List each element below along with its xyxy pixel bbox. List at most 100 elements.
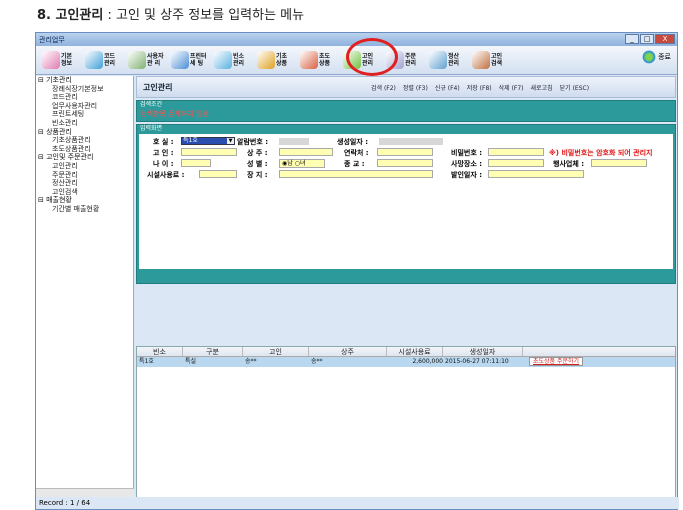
input-panel: 입력화면 호 실 : 특1호 ▼ 알람번호 : 생성일자 : 고 인 : 상 주 … [136, 124, 676, 284]
app-window: 관리업무 _ □ X 기본 정보 코드 관리 사용자 관 리 프린터 세 팅 빈소 관리… [35, 32, 679, 510]
minimize-button[interactable]: _ [625, 34, 639, 44]
tree-group[interactable]: ⊟ 매출현황 [36, 196, 133, 205]
event-co-input[interactable] [591, 159, 647, 167]
nav-tree: ⊟ 기초관리 장례식장기본정보 코드관리 업무사용자관리 프린트세팅 빈소관리 ⊟ 상품관리… [36, 76, 134, 498]
table-header: 빈소 구분 고인 상주 시설사용료 생성일자 [137, 347, 675, 357]
alarm-field [279, 138, 309, 145]
tree-item[interactable]: 기초상품관리 [36, 136, 133, 145]
death-place-input[interactable] [488, 159, 544, 167]
action-button-5[interactable]: 새로고침 [531, 83, 553, 92]
exit-label: 종료 [658, 53, 671, 61]
search-panel: 검색조건 검색항목 존재하지 않음 [136, 100, 676, 122]
cell-sangju: 송** [311, 358, 323, 365]
created-field [379, 138, 443, 145]
table-row[interactable]: 특1호 특실 송** 송** 2,600,000 2015-06-27 07:11:10 초… [137, 357, 675, 367]
order-link-button[interactable]: 초도상품 주문하기 [529, 357, 584, 366]
departure-input[interactable] [488, 170, 584, 178]
status-bar: Record : 1 / 64 [36, 497, 679, 509]
tree-item[interactable]: 프린트세팅 [36, 110, 133, 119]
column-header[interactable]: 상주 [309, 347, 387, 356]
toolbar-button-3[interactable]: 프린터 세 팅 [169, 48, 210, 72]
goin-input[interactable] [181, 148, 237, 156]
toolbar-icon [128, 51, 146, 69]
tree-hscrollbar[interactable] [36, 488, 134, 497]
toolbar-label: 기초 상품 [276, 53, 288, 67]
death-place-label: 사망장소 : [451, 160, 482, 168]
burial-input[interactable] [279, 170, 433, 178]
toolbar-label: 정산 관리 [448, 53, 460, 67]
close-button[interactable]: X [655, 34, 675, 44]
age-input[interactable] [181, 159, 211, 167]
cell-goin: 송** [245, 358, 257, 365]
facility-fee-label: 시설사용료 : [147, 171, 185, 179]
main-title: 고인관리 [143, 82, 173, 92]
maximize-button[interactable]: □ [640, 34, 654, 44]
column-header[interactable]: 생성일자 [443, 347, 523, 356]
contact-label: 연락처 : [344, 149, 369, 157]
burial-label: 장 지 : [247, 171, 268, 179]
toolbar-label: 빈소 관리 [233, 53, 245, 67]
action-button-3[interactable]: 저장 (F8) [467, 83, 492, 92]
tree-item[interactable]: 주문관리 [36, 171, 133, 180]
action-button-0[interactable]: 검색 (F2) [371, 83, 396, 92]
toolbar-button-1[interactable]: 코드 관리 [83, 48, 124, 72]
action-button-4[interactable]: 삭제 (F7) [499, 83, 524, 92]
tree-item[interactable]: 장례식장기본정보 [36, 85, 133, 94]
toolbar-button-5[interactable]: 기초 상품 [255, 48, 296, 72]
toolbar-icon [300, 51, 318, 69]
cell-gubun: 특실 [185, 358, 197, 365]
toolbar-icon [85, 51, 103, 69]
hosil-select[interactable]: 특1호 ▼ [181, 137, 235, 145]
window-title: 관리업무 [39, 35, 65, 44]
toolbar-button-6[interactable]: 초도 상품 [298, 48, 339, 72]
action-button-1[interactable]: 정렬 (F3) [403, 83, 428, 92]
tree-item[interactable]: 코드관리 [36, 93, 133, 102]
heading-number: 8. 고인관리 [37, 8, 104, 23]
created-label: 생성일자 : [337, 138, 368, 146]
search-label: 검색조건 [140, 101, 163, 108]
column-header[interactable]: 고인 [243, 347, 309, 356]
column-header[interactable]: 빈소 [137, 347, 183, 356]
password-note: ※) 비밀번호는 암호화 되어 관리지 [549, 149, 653, 157]
chevron-down-icon: ▼ [227, 138, 234, 144]
contact-input[interactable] [377, 148, 433, 156]
religion-input[interactable] [377, 159, 433, 167]
sangju-label: 상 주 : [247, 149, 268, 157]
tree-item[interactable]: 고인관리 [36, 162, 133, 171]
toolbar-button-2[interactable]: 사용자 관 리 [126, 48, 167, 72]
alarm-label: 알람번호 : [237, 138, 268, 146]
search-message: 검색항목 존재하지 않음 [140, 110, 209, 118]
toolbar-button-10[interactable]: 고인 검색 [470, 48, 511, 72]
column-header[interactable]: 구분 [183, 347, 243, 356]
highlight-circle [346, 38, 398, 76]
facility-fee-input[interactable] [199, 170, 237, 178]
gender-radio-group[interactable]: ◉남 ○녀 [279, 159, 325, 168]
event-co-label: 행사업체 : [553, 160, 584, 168]
tree-item[interactable]: 업무사용자관리 [36, 102, 133, 111]
action-button-6[interactable]: 닫기 (ESC) [560, 83, 589, 92]
tree-group[interactable]: ⊟ 고인및 주문관리 [36, 153, 133, 162]
sangju-input[interactable] [279, 148, 333, 156]
toolbar-label: 초도 상품 [319, 53, 331, 67]
religion-label: 종 교 : [344, 160, 365, 168]
exit-icon [642, 50, 657, 64]
password-input[interactable] [488, 148, 544, 156]
tree-group[interactable]: ⊟ 상품관리 [36, 128, 133, 137]
toolbar-button-0[interactable]: 기본 정보 [40, 48, 81, 72]
column-header[interactable]: 시설사용료 [387, 347, 443, 356]
gender-female[interactable]: 녀 [300, 160, 306, 167]
action-button-2[interactable]: 신규 (F4) [435, 83, 460, 92]
tree-item[interactable]: 정산관리 [36, 179, 133, 188]
gender-male[interactable]: 남 [287, 160, 293, 167]
exit-button[interactable]: 종료 [642, 50, 671, 64]
toolbar-icon [472, 51, 490, 69]
toolbar-button-9[interactable]: 정산 관리 [427, 48, 468, 72]
tree-item[interactable]: 빈소관리 [36, 119, 133, 128]
action-bar: 검색 (F2) 정렬 (F3) 신규 (F4) 저장 (F8) 삭제 (F7) 새로고침 닫… [371, 83, 589, 92]
toolbar-icon [429, 51, 447, 69]
cell-date: 2015-06-27 07:11:10 [445, 358, 509, 365]
toolbar-button-4[interactable]: 빈소 관리 [212, 48, 253, 72]
tree-item[interactable]: 기간별 매출현황 [36, 205, 133, 214]
toolbar-icon [214, 51, 232, 69]
tree-group[interactable]: ⊟ 기초관리 [36, 76, 133, 85]
